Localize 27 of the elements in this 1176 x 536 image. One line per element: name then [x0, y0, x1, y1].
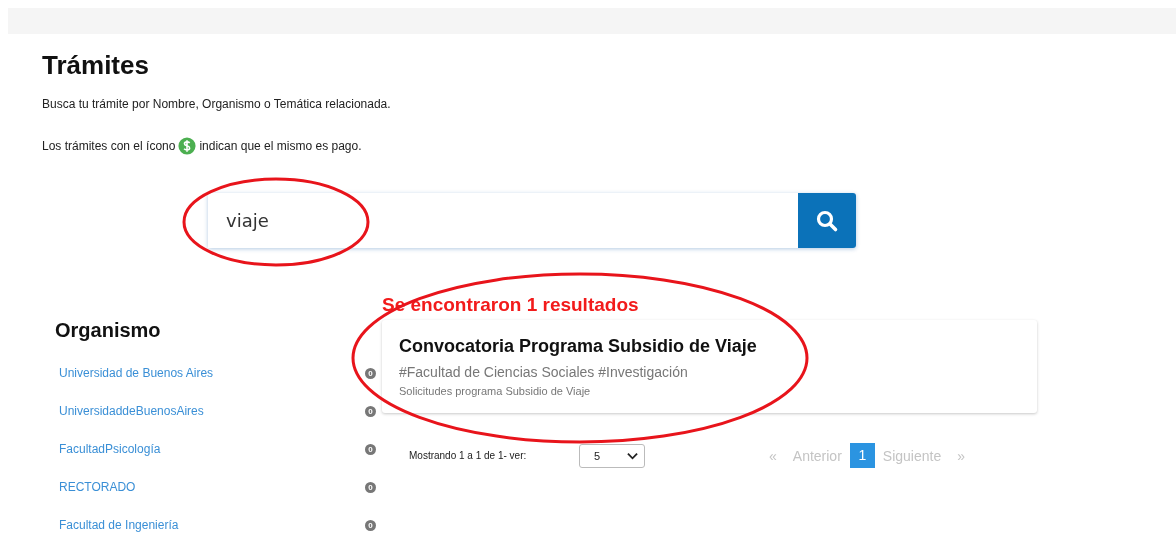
result-description: Solicitudes programa Subsidio de Viaje — [399, 385, 592, 397]
organism-link[interactable]: FacultadPsicología — [59, 442, 161, 456]
count-badge: 0 — [365, 481, 376, 493]
page-title: Trámites — [42, 50, 150, 81]
count-badge: 0 — [365, 519, 376, 531]
page-number[interactable]: 1 — [849, 443, 875, 468]
search-icon — [815, 208, 839, 233]
count-badge: 0 — [365, 367, 376, 379]
paid-note-text: indican que el mismo es pago. — [199, 139, 362, 153]
intro-text: Busca tu trámite por Nombre, Organismo o Temática relacionada. — [42, 97, 392, 111]
chevron-down-icon — [627, 451, 638, 460]
dollar-icon — [178, 137, 197, 155]
organism-link[interactable]: Facultad de Ingeniería — [59, 518, 179, 532]
sidebar-title: Organismo — [55, 319, 162, 342]
paid-note-text: Los trámites con el ícono — [42, 139, 176, 153]
count-badge: 0 — [365, 405, 376, 417]
organism-link[interactable]: Universidad de Buenos Aires — [59, 366, 214, 380]
search-field[interactable]: viaje — [208, 193, 798, 248]
showing-text: Mostrando 1 a 1 de 1- ver: — [409, 450, 528, 461]
result-tags: #Facultad de Ciencias Sociales #Investigación — [399, 364, 1020, 380]
page-size-select[interactable]: 5 — [579, 443, 645, 468]
organism-link[interactable]: RECTORADO — [59, 480, 136, 494]
organism-link[interactable]: UniversidaddeBuenosAires — [59, 404, 204, 418]
count-badge: 0 — [365, 443, 376, 455]
search-button[interactable] — [798, 193, 856, 248]
result-title: Convocatoria Programa Subsidio de Viaje — [399, 336, 758, 357]
result-card[interactable]: Convocatoria Programa Subsidio de Viaje #Facultad de Ciencias Sociales #Investigación Solicitudes programa Subsidio de Viaje — [382, 320, 1037, 413]
